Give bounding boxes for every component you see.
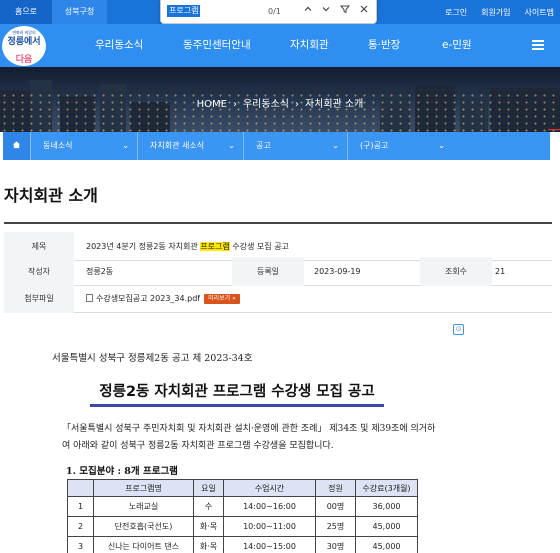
breadcrumb-news[interactable]: 우리동소식 xyxy=(243,99,289,110)
subnav-label: 자치회관 새소식 xyxy=(150,141,205,150)
table-cell: 화·목 xyxy=(193,536,224,553)
table-cell: 30명 xyxy=(315,536,356,553)
subnav-label: 공고 xyxy=(256,141,271,150)
doc-title-underline xyxy=(90,404,384,407)
subnav-dropdown-old-notice[interactable]: (구)공고 ⌄ xyxy=(347,132,453,160)
table-header: 요일 xyxy=(193,479,224,497)
subnav-dropdown-notice[interactable]: 공고 ⌄ xyxy=(243,132,347,160)
table-cell: 45,000 xyxy=(355,536,418,553)
signup-link[interactable]: 회원가입 xyxy=(481,7,510,18)
chevron-up-icon[interactable] xyxy=(299,3,317,21)
home-link[interactable]: 홈으로 xyxy=(0,0,52,24)
find-match-count: 0/1 xyxy=(268,7,281,16)
doc-notice-number: 서울특별시 성북구 정릉제2동 공고 제 2023-34호 xyxy=(52,353,253,364)
table-cell: 노래교실 xyxy=(93,496,194,517)
login-link[interactable]: 로그인 xyxy=(445,7,467,18)
post-meta-row: 작성자 정릉2동 등록일 2023-09-19 조회수 21 xyxy=(4,257,552,286)
table-cell: 14:00~15:00 xyxy=(223,536,316,553)
filter-icon[interactable] xyxy=(336,3,354,21)
chevron-down-icon: ⌄ xyxy=(228,141,235,150)
table-header: 프로그램명 xyxy=(93,479,194,497)
post-date: 2023-09-19 xyxy=(314,267,361,276)
post-author: 정릉2동 xyxy=(86,267,114,276)
table-cell: 1 xyxy=(67,496,94,517)
find-highlight: 프로그램 xyxy=(200,242,230,251)
title-divider xyxy=(4,222,552,224)
table-header: 수강료(3개월) xyxy=(355,479,418,497)
home-icon[interactable] xyxy=(3,132,30,160)
nav-item-tong-ban[interactable]: 통·반장 xyxy=(368,24,400,67)
find-bar: 프로그램 0/1 xyxy=(160,0,377,24)
table-cell: 14:00~16:00 xyxy=(223,496,316,517)
divider xyxy=(548,129,560,130)
breadcrumb: HOME › 우리동소식 › 자치회관 소개 xyxy=(196,99,364,110)
table-row: 3 신나는 다이어트 댄스 화·목 14:00~15:00 30명 45,000 xyxy=(67,536,418,553)
attachment-file: 수강생모집공고 2023_34.pdf 미리보기 » xyxy=(86,284,240,313)
table-cell: 36,000 xyxy=(355,496,418,517)
table-cell: 25명 xyxy=(315,516,356,537)
table-cell: 신나는 다이어트 댄스 xyxy=(93,536,194,553)
image-search-icon[interactable]: ⊙ xyxy=(453,324,464,335)
sitemap-link[interactable]: 사이트맵 xyxy=(525,7,554,18)
table-header xyxy=(67,479,94,497)
table-cell: 3 xyxy=(67,536,94,553)
table-cell: 수 xyxy=(193,496,224,517)
doc-title: 정릉2동 자치회관 프로그램 수강생 모집 공고 xyxy=(99,384,375,400)
logo-subtext: 다음 xyxy=(15,55,33,65)
post-attachment-row: 첨부파일 수강생모집공고 2023_34.pdf 미리보기 » xyxy=(4,284,552,313)
account-links: 로그인 회원가입 사이트맵 xyxy=(445,0,554,24)
subnav-dropdown-neighborhood-news[interactable]: 동네소식 ⌄ xyxy=(30,132,137,160)
page-title: 자치회관 소개 xyxy=(4,186,98,205)
site-logo[interactable]: 변화와 희망의 정릉에서 다음 xyxy=(2,26,46,66)
nav-item-news[interactable]: 우리동소식 xyxy=(95,24,143,67)
breadcrumb-current: 자치회관 소개 xyxy=(304,99,364,110)
file-icon xyxy=(86,294,93,302)
subnav-label: (구)공고 xyxy=(360,141,389,150)
preview-button[interactable]: 미리보기 » xyxy=(204,294,240,304)
table-cell: 화·목 xyxy=(193,516,224,537)
seongbuk-gu-link[interactable]: 성북구청 xyxy=(52,0,107,24)
label-attachment: 첨부파일 xyxy=(4,284,74,313)
doc-paragraph: 「서울특별시 성북구 주민자치회 및 자치회관 설치·운영에 관한 조례」 제3… xyxy=(62,424,436,451)
chevron-down-icon: ⌄ xyxy=(438,141,445,150)
table-row: 2 단전호흡(국선도) 화·목 10:00~11:00 25명 45,000 xyxy=(67,516,418,537)
subnav-label: 동네소식 xyxy=(43,141,73,150)
breadcrumb-home[interactable]: HOME xyxy=(197,99,227,110)
doc-section-heading: 1. 모집분야 : 8개 프로그램 xyxy=(66,466,178,477)
close-icon[interactable] xyxy=(355,3,373,21)
subnav-dropdown-governance-news[interactable]: 자치회관 새소식 ⌄ xyxy=(137,132,243,160)
table-cell: 00명 xyxy=(315,496,356,517)
menu-icon[interactable] xyxy=(532,40,544,50)
program-table: 프로그램명 요일 수업시간 정원 수강료(3개월) 1 노래교실 수 14:00… xyxy=(67,479,418,553)
attachment-link[interactable]: 수강생모집공고 2023_34.pdf xyxy=(96,294,200,303)
chevron-down-icon[interactable] xyxy=(317,3,335,21)
table-row: 1 노래교실 수 14:00~16:00 00명 36,000 xyxy=(67,496,418,517)
table-cell: 2 xyxy=(67,516,94,537)
post-views: 21 xyxy=(495,267,506,276)
table-cell: 45,000 xyxy=(355,516,418,537)
chevron-down-icon: ⌄ xyxy=(122,141,129,150)
chevron-down-icon: ⌄ xyxy=(332,141,339,150)
nav-item-center-info[interactable]: 동주민센터안내 xyxy=(183,24,251,67)
table-header: 정원 xyxy=(315,479,356,497)
main-navigation xyxy=(0,24,560,67)
label-author: 작성자 xyxy=(4,257,74,286)
nav-item-self-governance[interactable]: 자치회관 xyxy=(290,24,329,67)
table-header: 수업시간 xyxy=(223,479,316,497)
table-cell: 단전호흡(국선도) xyxy=(93,516,194,537)
table-cell: 10:00~11:00 xyxy=(223,516,316,537)
nav-item-e-civil[interactable]: e-민원 xyxy=(442,24,472,67)
logo-text: 정릉에서 xyxy=(7,37,41,47)
label-date: 등록일 xyxy=(232,257,304,286)
find-input[interactable]: 프로그램 xyxy=(167,5,201,17)
label-views: 조회수 xyxy=(420,257,492,286)
logo-tagline: 변화와 희망의 xyxy=(12,30,36,35)
